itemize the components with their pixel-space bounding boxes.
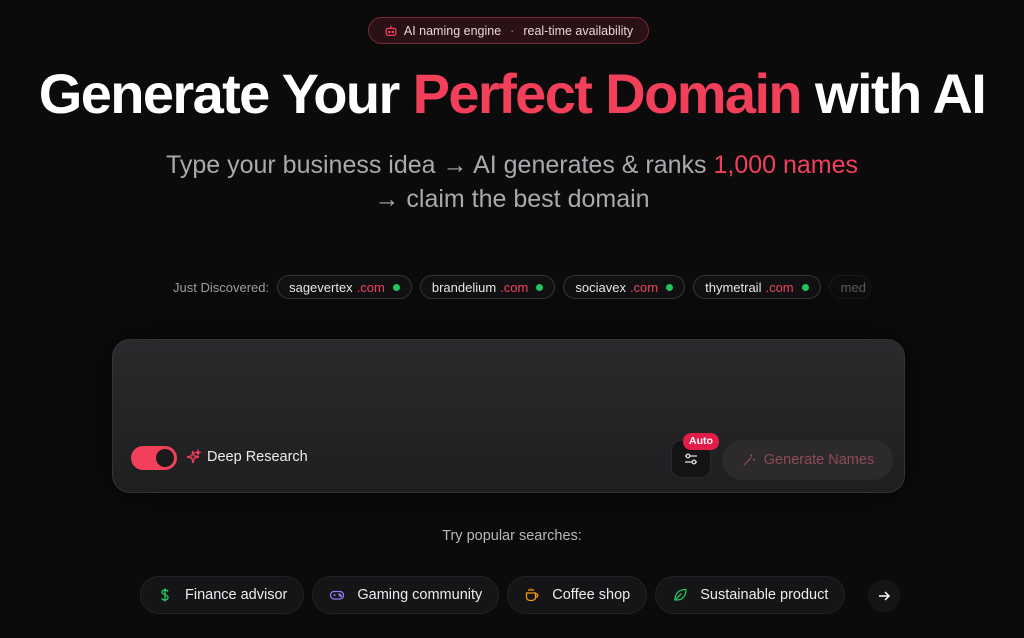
discovered-chip[interactable]: sagevertex .com [277,275,412,299]
popular-item-coffee[interactable]: Coffee shop [507,576,648,614]
popular-title: Try popular searches: [442,528,582,544]
popular-item-label: Finance advisor [185,587,288,603]
title-pre: Generate Your [38,62,413,125]
title-post: with AI [801,62,987,125]
subtitle-post: → claim the best domain [374,185,650,213]
discovered-strip: Just Discovered: sagevertex .com brandel… [173,275,871,299]
subtitle-accent: 1,000 names [713,151,859,179]
page-subtitle: Type your business idea → AI generates &… [150,148,874,216]
magic-wand-icon [743,453,755,466]
domain-name: sagevertex [289,279,353,295]
domain-tld: .com [356,279,385,295]
deep-research-toggle[interactable] [131,446,177,470]
available-dot [536,283,544,291]
badge-right-text: real-time availability [523,23,634,38]
deep-research-label: Deep Research [207,449,308,465]
page: AI naming engine · real-time availabilit… [0,0,1024,638]
badge-left-text: AI naming engine [403,23,502,38]
badge-separator: · [510,23,515,38]
arrow-right-icon [879,591,891,601]
domain-name: med [840,279,866,295]
popular-item-label: Sustainable product [700,587,829,603]
available-dot [801,283,809,291]
scroll-right-button[interactable] [868,580,900,612]
leaf-icon [674,588,687,601]
sliders-icon [685,453,697,465]
auto-badge: Auto [683,433,719,450]
gamepad-icon [330,590,345,600]
coffee-icon [526,588,539,602]
domain-name: thymetrail [705,279,762,295]
domain-tld: .com [629,279,659,295]
available-dot [666,283,674,291]
discovered-chip-faded[interactable]: med [828,275,871,299]
discovered-chip[interactable]: sociavex .com [563,275,686,299]
popular-item-finance[interactable]: Finance advisor [140,576,305,614]
generate-names-button[interactable]: Generate Names [722,440,893,480]
title-accent: Perfect Domain [412,62,803,125]
toggle-knob [156,449,174,467]
popular-item-label: Gaming community [357,587,483,603]
sparkles-icon [186,449,201,464]
subtitle-pre: Type your business idea → AI generates &… [165,151,714,179]
hero-badge: AI naming engine · real-time availabilit… [368,17,649,44]
discovered-chip[interactable]: thymetrail .com [693,275,821,299]
popular-item-sustainable[interactable]: Sustainable product [655,576,846,614]
page-title: Generate Your Perfect Domain with AI [0,58,1024,130]
popular-item-gaming[interactable]: Gaming community [312,576,500,614]
discovered-label: Just Discovered: [173,279,270,295]
domain-name: sociavex [575,279,626,295]
discovered-chip[interactable]: brandelium .com [419,275,556,299]
available-dot [392,283,400,291]
domain-name: brandelium [431,279,497,295]
popular-item-label: Coffee shop [552,587,631,603]
domain-tld: .com [765,279,794,295]
domain-tld: .com [500,279,529,295]
deep-research-label-group: Deep Research [185,449,308,465]
generate-label: Generate Names [763,452,875,468]
dollar-icon [161,588,169,602]
robot-icon [385,25,397,36]
popular-searches: Finance advisor Gaming community Coffee … [140,576,880,614]
idea-composer[interactable]: Deep Research Auto Generate Names [112,339,905,493]
